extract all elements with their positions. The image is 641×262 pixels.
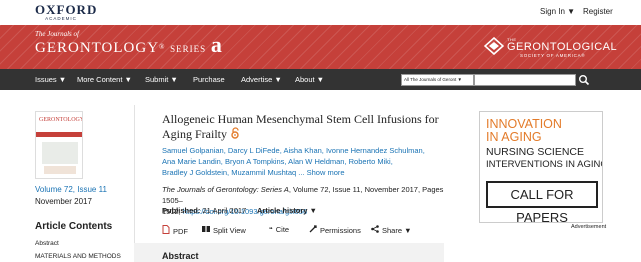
ad-call-for-papers: CALL FOR PAPERS — [486, 181, 598, 222]
gsa-emblem-icon — [484, 37, 504, 55]
authors-line-3[interactable]: Bradley J Goldstein, Muzammil Mushtaq ..… — [162, 167, 462, 178]
cover-figure-caption — [44, 166, 76, 174]
permissions-label: Permissions — [320, 226, 361, 235]
published-label: Published: — [162, 206, 201, 215]
column-divider — [134, 105, 135, 262]
share-icon — [371, 225, 379, 233]
journal-series-letter: a — [210, 32, 223, 57]
nav-about[interactable]: About ▼ — [295, 75, 324, 84]
permissions-button[interactable]: Permissions — [309, 225, 361, 235]
volume-issue-link[interactable]: Volume 72, Issue 11 — [35, 185, 107, 194]
cite-label: Cite — [275, 225, 290, 234]
nav-more-content[interactable]: More Content ▼ — [77, 75, 132, 84]
oxford-academic-logo[interactable]: OXFORD ACADEMIC — [35, 2, 98, 22]
pdf-button[interactable]: PDF — [162, 225, 188, 236]
cite-button[interactable]: “Cite — [269, 225, 289, 234]
article-contents-title: Article Contents — [35, 221, 113, 232]
ad-line-3: NURSING SCIENCE — [486, 146, 585, 158]
cover-figure — [42, 142, 78, 164]
journal-name: GERONTOLOGY — [35, 40, 160, 56]
pdf-icon — [162, 225, 170, 234]
top-bar: OXFORD ACADEMIC Sign In ▼ Register — [0, 0, 641, 25]
share-label: Share ▼ — [382, 226, 412, 235]
share-button[interactable]: Share ▼ — [371, 225, 412, 235]
issue-date: November 2017 — [35, 197, 92, 206]
nav-submit[interactable]: Submit ▼ — [145, 75, 178, 84]
sign-in-button[interactable]: Sign In ▼ — [540, 7, 575, 16]
ad-line-4: INTERVENTIONS IN AGING — [486, 159, 603, 170]
advertisement-label: Advertisement — [571, 224, 607, 230]
published-value: 21 April 2017 — [202, 206, 247, 215]
journal-title-main: GERONTOLOGY® SERIES a — [35, 32, 223, 57]
nav-purchase[interactable]: Purchase — [193, 75, 225, 84]
publisher-name: OXFORD — [35, 2, 98, 17]
cover-red-band — [36, 132, 82, 137]
search-icon[interactable] — [578, 74, 590, 86]
cover-journal-name: GERONTOLOGY — [39, 117, 83, 123]
contents-item-abstract[interactable]: Abstract — [35, 240, 59, 247]
article-title: Allogeneic Human Mesenchymal Stem Cell I… — [162, 112, 467, 142]
contents-item-methods[interactable]: MATERIALS AND METHODS — [35, 253, 121, 260]
journal-title-logo[interactable]: The Journals of GERONTOLOGY® SERIES a — [35, 30, 223, 58]
search-input[interactable] — [474, 74, 576, 86]
journal-series: SERIES — [170, 44, 207, 54]
split-view-button[interactable]: Split View — [202, 225, 246, 235]
ad-line-2: IN AGING — [486, 130, 542, 144]
open-access-icon — [231, 127, 239, 139]
nav-advertise[interactable]: Advertise ▼ — [241, 75, 282, 84]
article-toolbar: PDF Split View “Cite Permissions Share ▼ — [162, 225, 452, 237]
nav-issues[interactable]: Issues ▼ — [35, 75, 66, 84]
published-date: Published: 21 April 2017 — [162, 206, 246, 215]
article-history-toggle[interactable]: Article history ▼ — [257, 206, 317, 215]
authors-line-2[interactable]: Ana Marie Landin, Bryon A Tompkins, Alan… — [162, 156, 462, 167]
search-scope-select[interactable]: All The Journals of Geront ▼ — [401, 74, 474, 86]
split-view-label: Split View — [213, 226, 246, 235]
cover-header — [36, 112, 82, 134]
abstract-heading: Abstract — [162, 251, 199, 261]
gsa-name: GERONTOLOGICAL — [507, 41, 618, 53]
issue-cover-image[interactable]: GERONTOLOGY — [35, 111, 83, 179]
journal-title-pre: The Journals of — [35, 30, 79, 38]
gsa-society: SOCIETY OF AMERICA® — [520, 53, 586, 58]
split-view-icon — [202, 226, 210, 232]
authors-line-1[interactable]: Samuel Golpanian, Darcy L DiFede, Aisha … — [162, 145, 462, 156]
ad-line-1: INNOVATION — [486, 117, 562, 131]
permissions-icon — [309, 225, 317, 233]
advertisement-banner[interactable]: INNOVATION IN AGING NURSING SCIENCE INTE… — [479, 111, 603, 223]
quote-icon: “ — [269, 225, 273, 234]
citation-journal: The Journals of Gerontology: Series A — [162, 185, 289, 194]
author-list: Samuel Golpanian, Darcy L DiFede, Aisha … — [162, 145, 462, 178]
article-title-text: Allogeneic Human Mesenchymal Stem Cell I… — [162, 112, 439, 141]
register-link[interactable]: Register — [583, 7, 613, 16]
pdf-label: PDF — [173, 227, 188, 236]
